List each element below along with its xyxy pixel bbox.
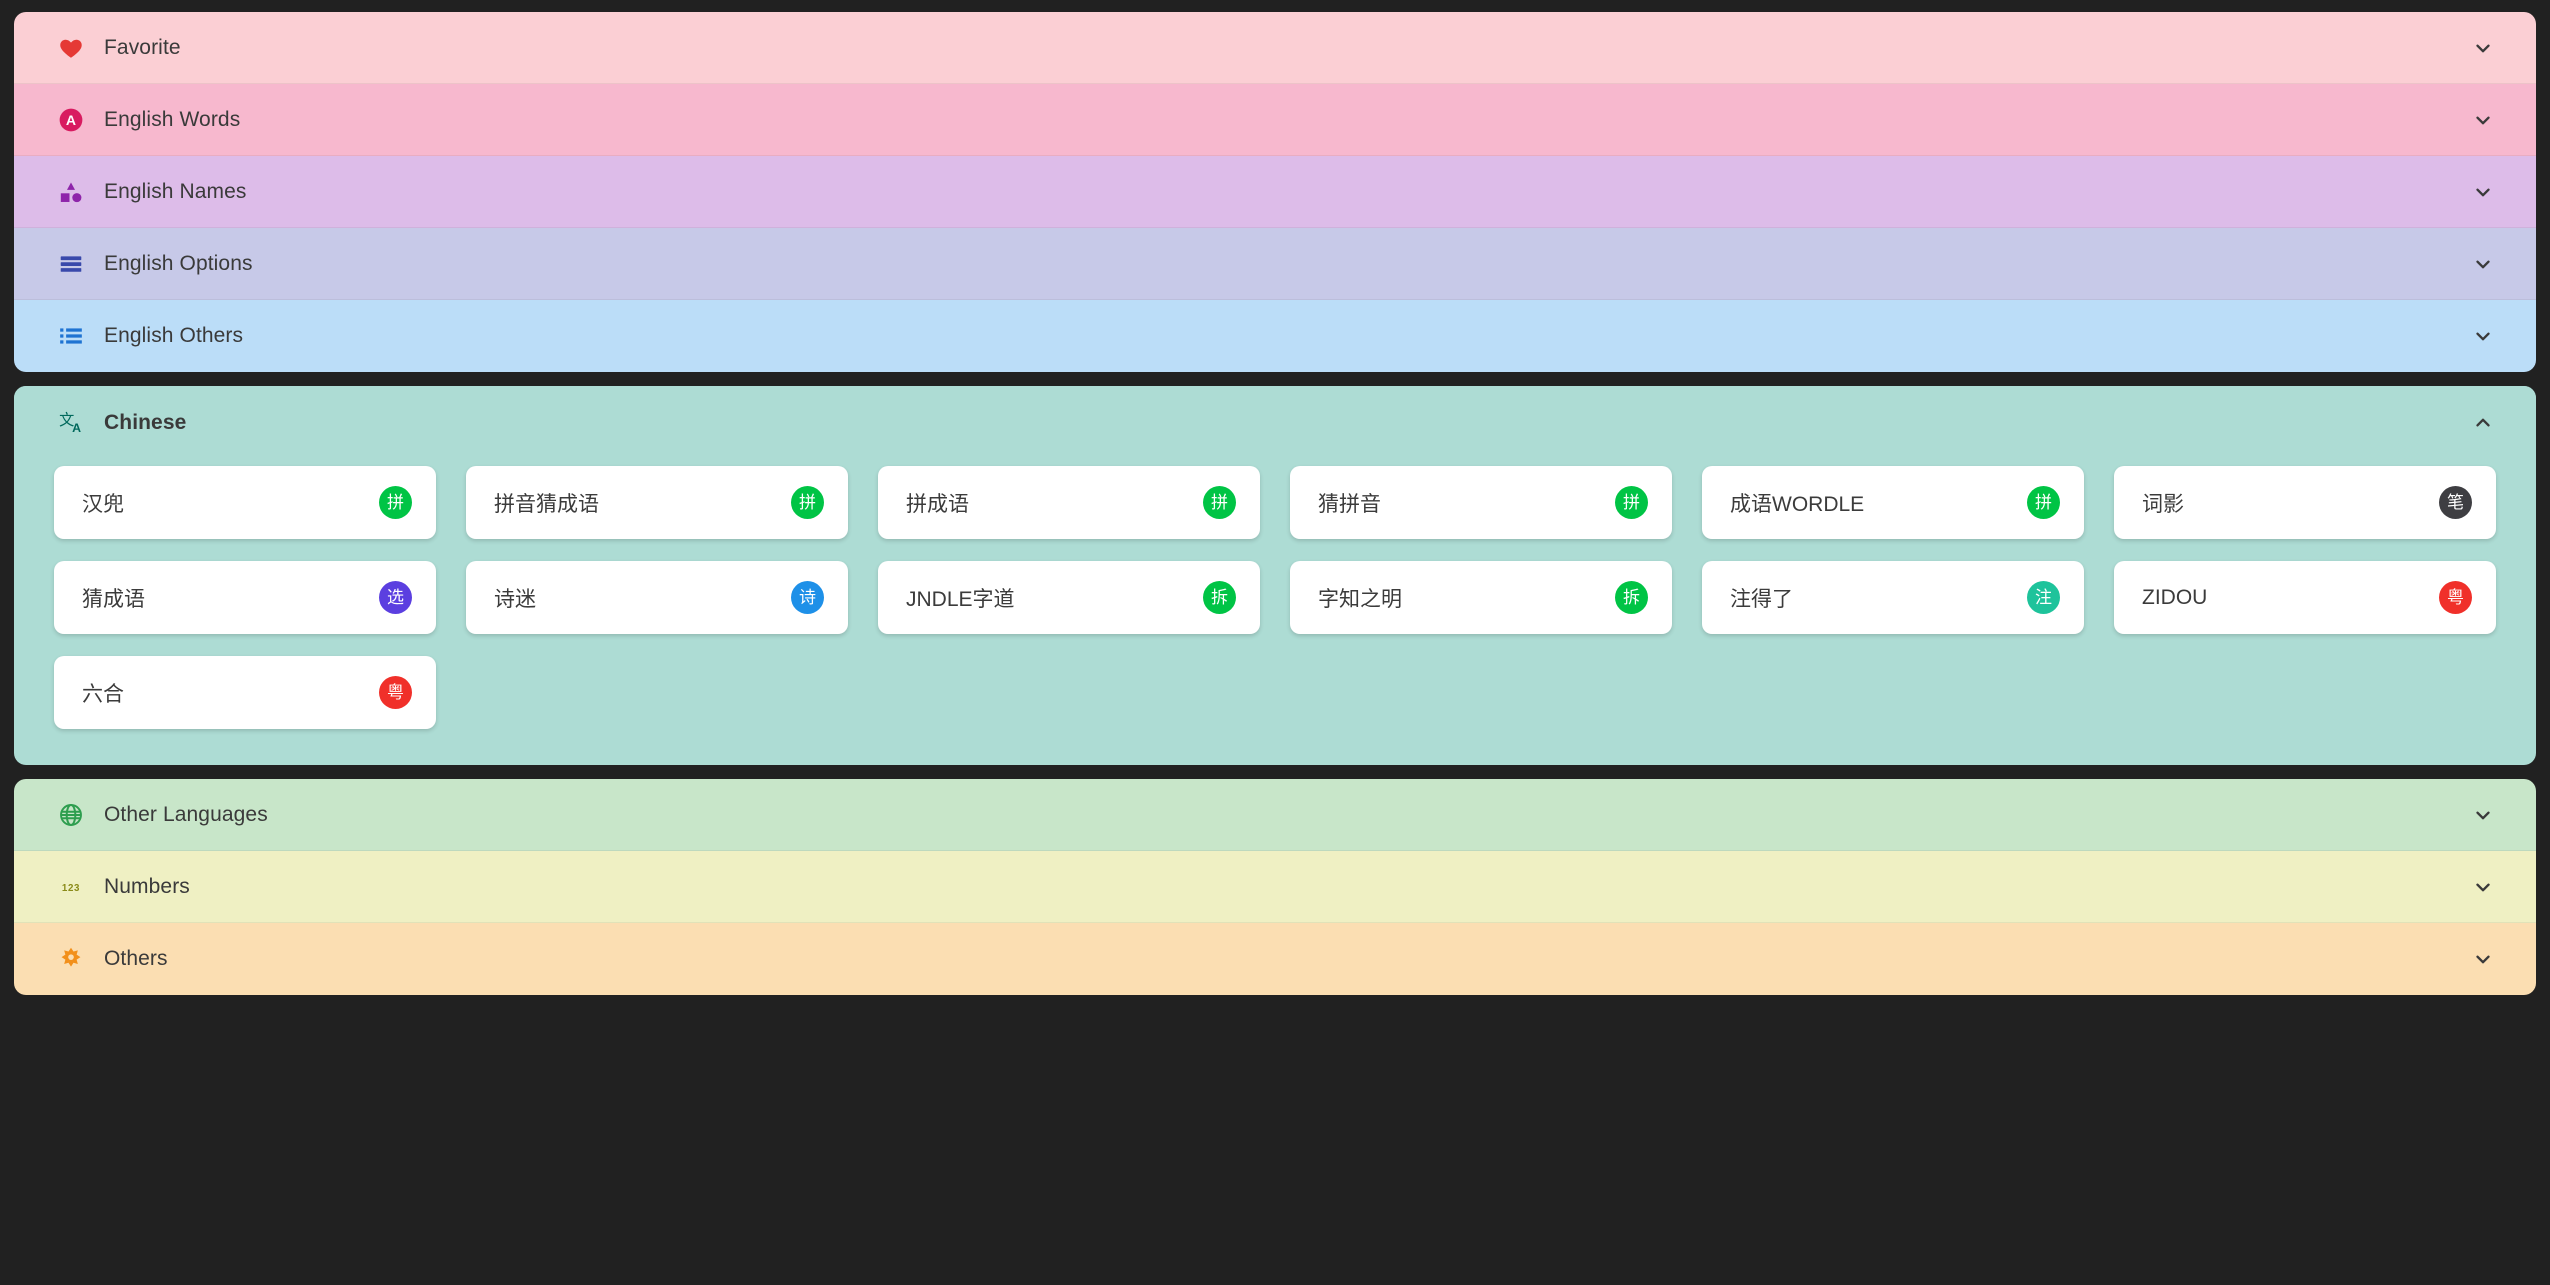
game-card[interactable]: 拼成语 拼 bbox=[878, 466, 1260, 539]
game-card-title: 词影 bbox=[2142, 492, 2184, 516]
section-label-chinese: Chinese bbox=[104, 411, 187, 434]
game-card-title: 成语WORDLE bbox=[1730, 492, 1865, 516]
section-header-english-others[interactable]: English Others bbox=[14, 300, 2536, 372]
chevron-down-icon[interactable] bbox=[2470, 107, 2496, 133]
game-card-badge: 拼 bbox=[2027, 486, 2060, 519]
group-bottom: Other Languages 123 Numbers Others bbox=[14, 779, 2536, 995]
game-card-badge: 拼 bbox=[379, 486, 412, 519]
section-label-favorite: Favorite bbox=[104, 35, 181, 59]
game-card[interactable]: 汉兜 拼 bbox=[54, 466, 436, 539]
game-card[interactable]: 成语WORDLE 拼 bbox=[1702, 466, 2084, 539]
section-header-chinese[interactable]: 文 A Chinese bbox=[14, 386, 2536, 460]
section-header-numbers[interactable]: 123 Numbers bbox=[14, 851, 2536, 923]
game-card[interactable]: 猜拼音 拼 bbox=[1290, 466, 1672, 539]
svg-text:123: 123 bbox=[62, 882, 80, 893]
game-card-badge: 拼 bbox=[1203, 486, 1236, 519]
game-card[interactable]: JNDLE字道 拆 bbox=[878, 561, 1260, 634]
section-header-other-languages[interactable]: Other Languages bbox=[14, 779, 2536, 851]
section-label-numbers: Numbers bbox=[104, 874, 190, 898]
game-card-badge: 拆 bbox=[1203, 581, 1236, 614]
chinese-card-grid: 汉兜 拼 拼音猜成语 拼 拼成语 拼 猜拼音 拼 成语WORDLE 拼 词影 笔猜成语 选 诗迷 诗 JNDL… bbox=[14, 460, 2536, 765]
game-card[interactable]: 六合 粤 bbox=[54, 656, 436, 729]
heart-icon bbox=[54, 31, 88, 65]
translate-icon: 文A bbox=[54, 406, 88, 440]
svg-text:A: A bbox=[72, 420, 81, 434]
chevron-down-icon[interactable] bbox=[2470, 946, 2496, 972]
section-header-english-words[interactable]: A English Words bbox=[14, 84, 2536, 156]
group-top: Favorite A English Words English Names Engli… bbox=[14, 12, 2536, 372]
section-label-english-words: English Words bbox=[104, 107, 241, 131]
list-icon bbox=[54, 319, 88, 353]
game-card-title: 拼成语 bbox=[906, 492, 969, 516]
gear-icon bbox=[54, 942, 88, 976]
game-card-title: 猜拼音 bbox=[1318, 492, 1381, 516]
section-header-english-options[interactable]: English Options bbox=[14, 228, 2536, 300]
game-card-badge: 拼 bbox=[1615, 486, 1648, 519]
game-card-badge: 粤 bbox=[2439, 581, 2472, 614]
game-card-badge: 笔 bbox=[2439, 486, 2472, 519]
game-card-title: 汉兜 bbox=[82, 492, 124, 516]
chevron-down-icon[interactable] bbox=[2470, 874, 2496, 900]
chevron-down-icon[interactable] bbox=[2470, 802, 2496, 828]
chevron-up-icon[interactable] bbox=[2470, 410, 2496, 436]
globe-icon bbox=[54, 798, 88, 832]
shapes-icon bbox=[54, 175, 88, 209]
section-header-english-names[interactable]: English Names bbox=[14, 156, 2536, 228]
letter-a-icon: A bbox=[54, 103, 88, 137]
section-header-favorite[interactable]: Favorite bbox=[14, 12, 2536, 84]
section-label-other-languages: Other Languages bbox=[104, 802, 268, 826]
chevron-down-icon[interactable] bbox=[2470, 251, 2496, 277]
section-label-english-others: English Others bbox=[104, 324, 244, 347]
game-card-title: ZIDOU bbox=[2142, 585, 2208, 609]
game-card[interactable]: 字知之明 拆 bbox=[1290, 561, 1672, 634]
game-card-badge: 诗 bbox=[791, 581, 824, 614]
game-card-badge: 拼 bbox=[791, 486, 824, 519]
game-card-badge: 粤 bbox=[379, 676, 412, 709]
game-card-title: 诗迷 bbox=[494, 587, 536, 611]
page-root: Favorite A English Words English Names Engli… bbox=[0, 0, 2550, 1285]
game-card-title: 六合 bbox=[82, 682, 124, 706]
game-card[interactable]: ZIDOU 粤 bbox=[2114, 561, 2496, 634]
chevron-down-icon[interactable] bbox=[2470, 35, 2496, 61]
chevron-down-icon[interactable] bbox=[2470, 179, 2496, 205]
game-card-title: JNDLE字道 bbox=[906, 587, 1015, 611]
chinese-group: 文 A Chinese 汉兜 拼 拼音猜成语 拼 拼成语 拼 猜拼音 拼 成语WORDLE 拼 词影 笔猜成… bbox=[14, 386, 2536, 765]
svg-text:A: A bbox=[66, 111, 76, 127]
game-card[interactable]: 注得了 注 bbox=[1702, 561, 2084, 634]
chevron-down-icon[interactable] bbox=[2470, 323, 2496, 349]
one-two-three-icon: 123 bbox=[54, 870, 88, 904]
game-card-badge: 注 bbox=[2027, 581, 2060, 614]
game-card[interactable]: 猜成语 选 bbox=[54, 561, 436, 634]
section-label-english-names: English Names bbox=[104, 179, 247, 203]
game-card-title: 字知之明 bbox=[1318, 587, 1402, 611]
bars-icon bbox=[54, 247, 88, 281]
game-card-badge: 拆 bbox=[1615, 581, 1648, 614]
section-label-others: Others bbox=[104, 947, 168, 970]
game-card-title: 拼音猜成语 bbox=[494, 492, 599, 516]
section-label-english-options: English Options bbox=[104, 251, 253, 275]
game-card-title: 猜成语 bbox=[82, 587, 145, 611]
game-card-title: 注得了 bbox=[1730, 587, 1793, 611]
game-card[interactable]: 词影 笔 bbox=[2114, 466, 2496, 539]
game-card[interactable]: 诗迷 诗 bbox=[466, 561, 848, 634]
game-card-badge: 选 bbox=[379, 581, 412, 614]
game-card[interactable]: 拼音猜成语 拼 bbox=[466, 466, 848, 539]
section-header-others[interactable]: Others bbox=[14, 923, 2536, 995]
